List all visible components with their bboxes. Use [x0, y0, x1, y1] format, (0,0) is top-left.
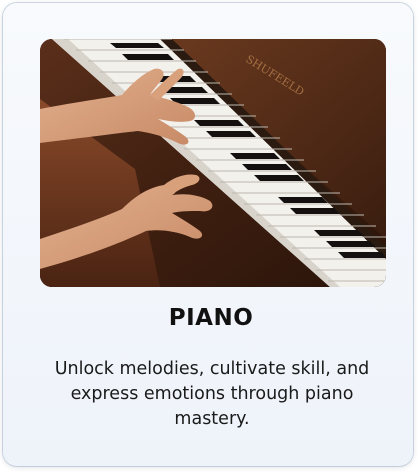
card-description: Unlock melodies, cultivate skill, and ex…	[54, 359, 370, 429]
card-title: PIANO	[168, 305, 254, 331]
piano-photo: SHUFEELD	[40, 39, 386, 287]
course-card[interactable]: SHUFEELD PIANO Unlock melodies, cultivat…	[3, 3, 413, 466]
